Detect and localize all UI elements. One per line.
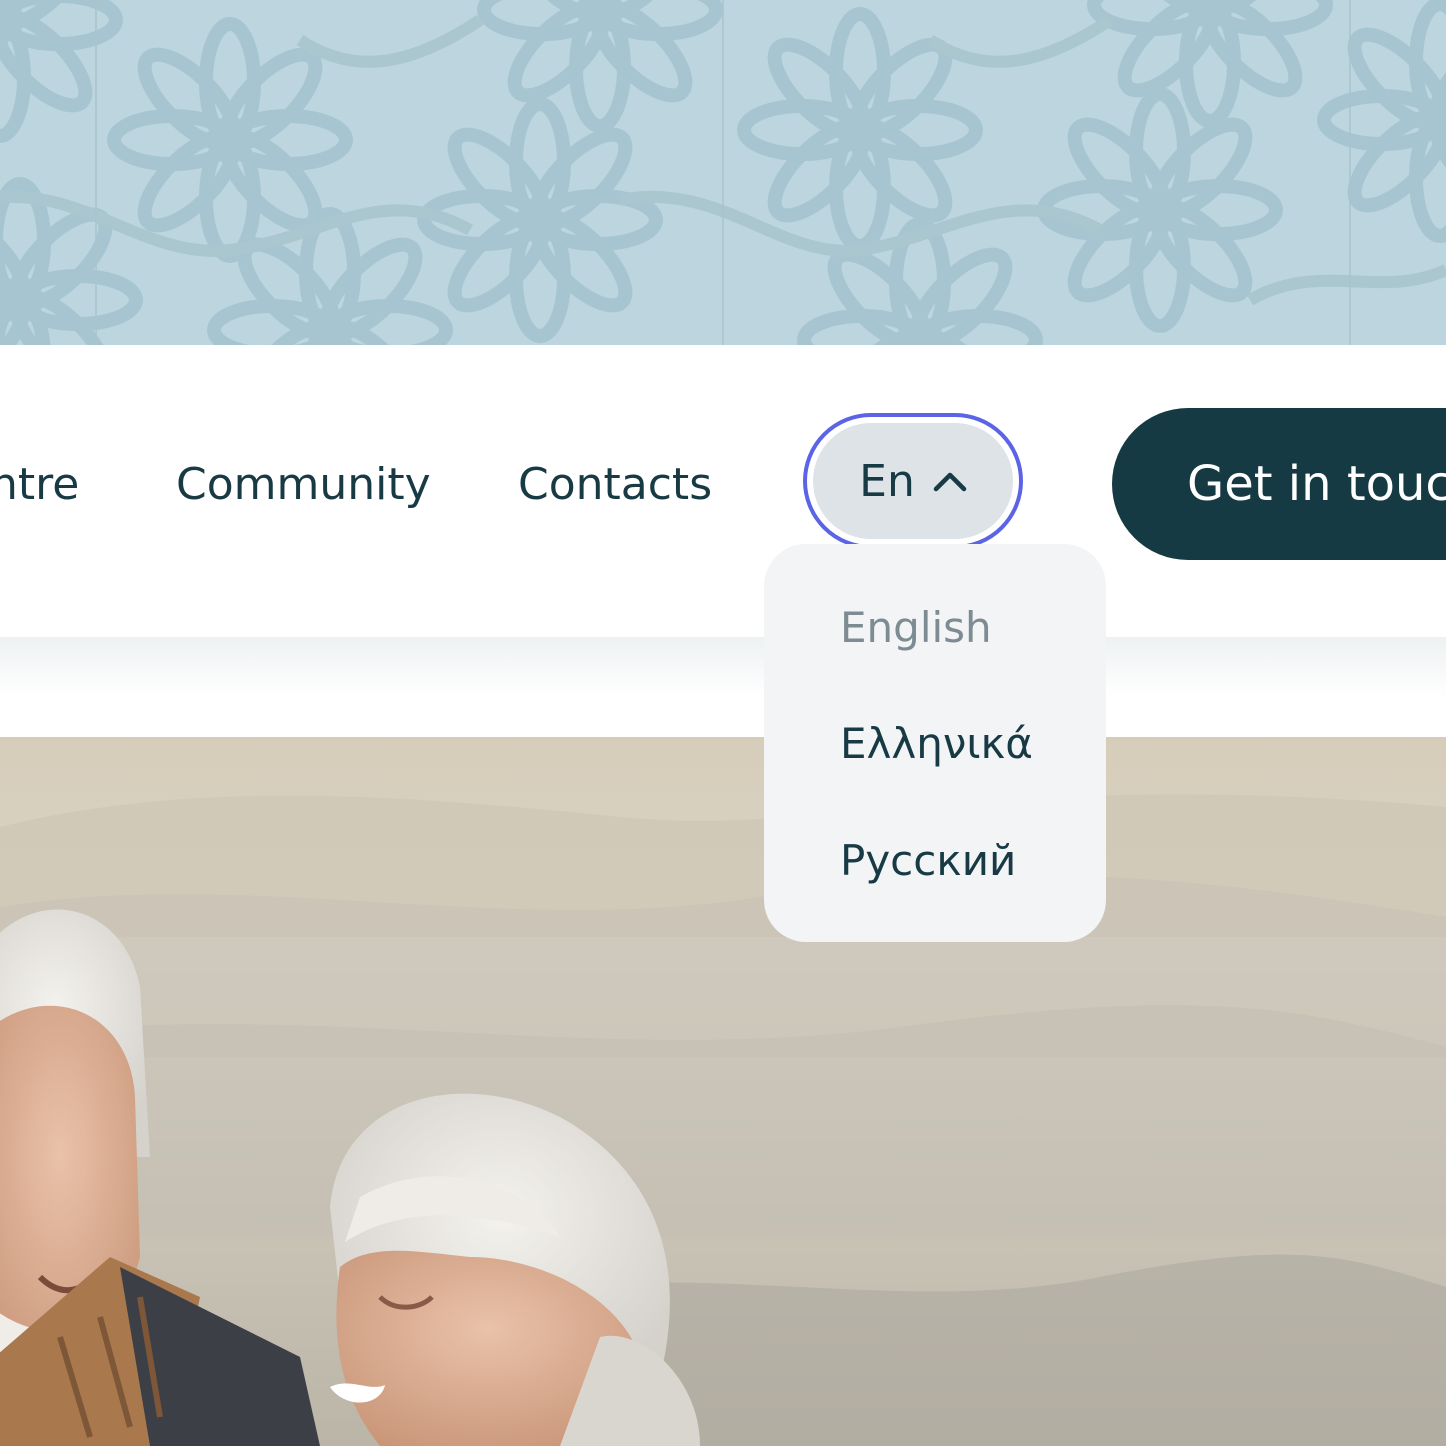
chevron-up-icon [933, 470, 967, 492]
hero-photo [0, 737, 1446, 1446]
page: ntre Community Contacts En Get in touc E… [0, 0, 1446, 1446]
language-dropdown: English Ελληνικά Русский [764, 544, 1106, 942]
header-shadow [0, 637, 1446, 737]
hero-image [0, 737, 1446, 1446]
nav-link-contacts[interactable]: Contacts [518, 457, 712, 513]
language-current-label: En [859, 455, 915, 507]
floral-pattern-banner [0, 0, 1446, 345]
nav-link-community[interactable]: Community [176, 457, 431, 513]
language-option-english[interactable]: English [840, 600, 992, 656]
get-in-touch-button[interactable]: Get in touc [1112, 408, 1446, 560]
floral-pattern [0, 0, 1446, 345]
language-selector-button[interactable]: En [813, 423, 1013, 539]
site-header: ntre Community Contacts En Get in touc [0, 345, 1446, 637]
nav-link-centre[interactable]: ntre [0, 457, 79, 513]
language-option-russian[interactable]: Русский [840, 833, 1016, 889]
language-option-greek[interactable]: Ελληνικά [840, 716, 1033, 772]
